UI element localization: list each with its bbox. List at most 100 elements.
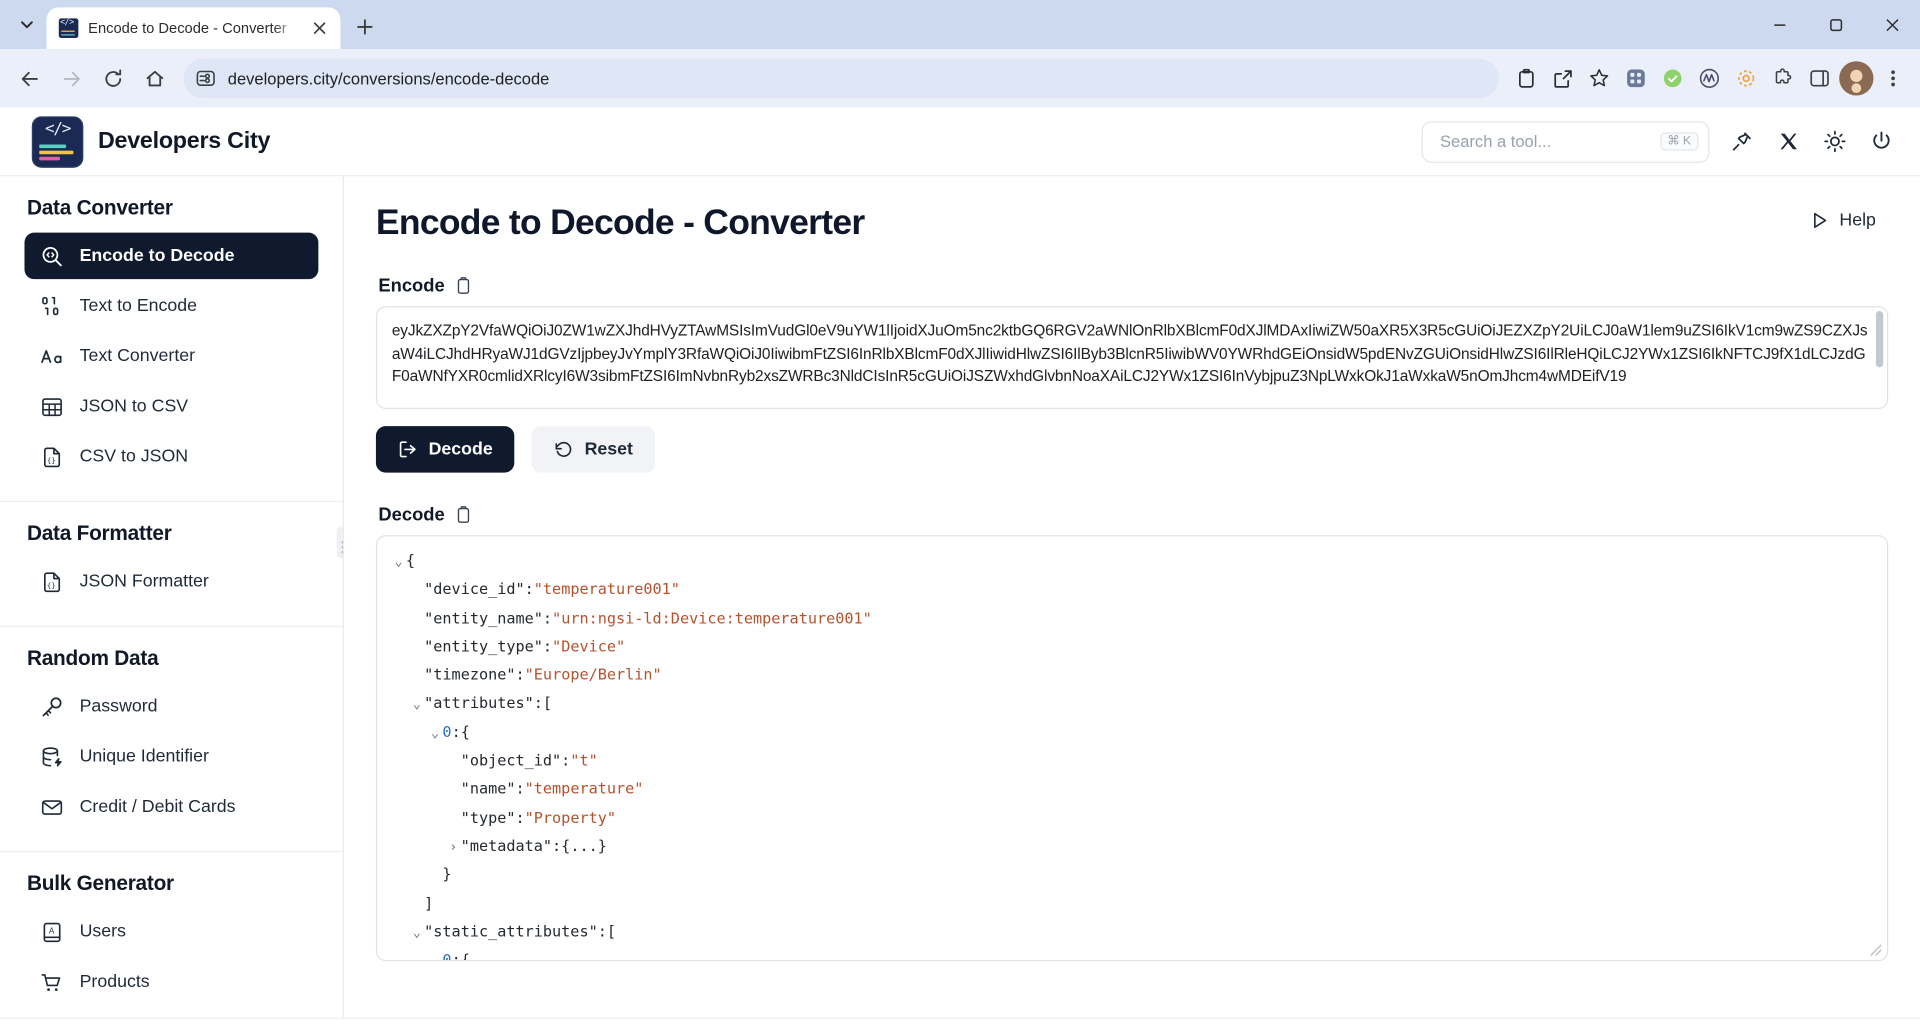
- json-punctuation: [: [543, 694, 552, 712]
- clipboard-copy-icon[interactable]: [455, 276, 473, 296]
- search-input[interactable]: Search a tool... ⌘ K: [1422, 121, 1710, 163]
- json-key: "entity_type": [424, 637, 543, 655]
- back-button[interactable]: [10, 59, 49, 98]
- json-line: }: [382, 860, 1872, 889]
- window-minimize-button[interactable]: [1751, 0, 1807, 49]
- chevron-right-icon[interactable]: ›: [446, 833, 461, 862]
- sidebar-item-csv-to-json[interactable]: {} CSV to JSON: [24, 433, 318, 480]
- theme-sun-icon[interactable]: [1820, 127, 1849, 156]
- reset-button[interactable]: Reset: [532, 426, 655, 473]
- sidebar-item-label: Text to Encode: [80, 296, 197, 316]
- decode-json-viewer[interactable]: ⌄{ "device_id":"temperature001" "entity_…: [376, 535, 1888, 961]
- pin-icon[interactable]: [1727, 127, 1756, 156]
- browser-tab[interactable]: Encode to Decode - Converter: [47, 7, 341, 49]
- json-key: "object_id": [461, 751, 561, 769]
- browser-toolbar: developers.city/conversions/encode-decod…: [0, 49, 1920, 108]
- json-punctuation: :: [561, 751, 570, 769]
- sidebar-item-text-to-encode[interactable]: Text to Encode: [24, 283, 318, 330]
- json-string-value: "temperature001": [534, 580, 680, 598]
- address-bar-url: developers.city/conversions/encode-decod…: [228, 69, 550, 87]
- json-punctuation: :: [552, 836, 561, 854]
- json-string-value: "temperature": [525, 779, 644, 797]
- brand[interactable]: </> Developers City: [32, 116, 270, 167]
- forward-button[interactable]: [51, 59, 90, 98]
- json-punctuation: [: [607, 922, 616, 940]
- tab-close-button[interactable]: [309, 17, 331, 39]
- chevron-down-icon[interactable]: ⌄: [428, 719, 443, 748]
- wave-extension-icon[interactable]: [1692, 61, 1726, 95]
- help-label: Help: [1839, 211, 1876, 231]
- json-line: "entity_type":"Device": [382, 632, 1872, 661]
- sidebar-group-title: Bulk Generator: [27, 872, 318, 896]
- app-header: </> Developers City Search a tool... ⌘ K: [0, 108, 1920, 177]
- new-tab-button[interactable]: [348, 10, 382, 44]
- chevron-down-icon[interactable]: ⌄: [428, 947, 443, 962]
- json-punctuation: :: [543, 637, 552, 655]
- app-header-actions: Search a tool... ⌘ K: [1422, 121, 1896, 163]
- settings-gear-icon[interactable]: [1729, 61, 1763, 95]
- web-app: </> Developers City Search a tool... ⌘ K: [0, 108, 1920, 1030]
- reload-icon: [102, 68, 123, 89]
- tab-search-dropdown-button[interactable]: [10, 7, 44, 41]
- window-close-button[interactable]: [1864, 0, 1920, 49]
- decode-button[interactable]: Decode: [376, 426, 515, 473]
- share-icon[interactable]: [1545, 61, 1579, 95]
- json-line: ]: [382, 888, 1872, 917]
- json-line: "name":"temperature": [382, 774, 1872, 803]
- json-punctuation: {...}: [561, 836, 607, 854]
- home-button[interactable]: [135, 59, 174, 98]
- profile-avatar[interactable]: [1839, 61, 1873, 95]
- sidebar-group-data-converter: Data Converter Encode to Decode Text to …: [0, 176, 343, 502]
- chevron-down-icon: [20, 17, 35, 32]
- kebab-menu-icon[interactable]: [1876, 61, 1910, 95]
- encode-textarea[interactable]: eyJkZXZpY2VfaWQiOiJ0ZW1wZXJhdHVyZTAwMSIs…: [376, 306, 1888, 409]
- x-twitter-icon[interactable]: [1773, 127, 1802, 156]
- json-line: ›"metadata":{...}: [382, 831, 1872, 860]
- grid-extension-icon[interactable]: [1619, 61, 1653, 95]
- window-maximize-button[interactable]: [1807, 0, 1863, 49]
- chevron-down-icon[interactable]: ⌄: [409, 690, 424, 719]
- clipboard-copy-icon[interactable]: [455, 505, 473, 525]
- sidebar-item-password[interactable]: Password: [24, 683, 318, 730]
- side-panel-icon[interactable]: [1802, 61, 1836, 95]
- chevron-down-icon[interactable]: ⌄: [391, 547, 406, 576]
- sidebar-item-text-converter[interactable]: Text Converter: [24, 333, 318, 380]
- tab-favicon-icon: [59, 18, 79, 38]
- json-key: "device_id": [424, 580, 524, 598]
- decode-field-label: Decode: [378, 504, 1888, 525]
- reload-button[interactable]: [93, 59, 132, 98]
- json-spacer: [409, 633, 424, 662]
- shield-extension-icon[interactable]: [1656, 61, 1690, 95]
- puzzle-icon[interactable]: [1766, 61, 1800, 95]
- json-line: ⌄{: [382, 546, 1872, 575]
- sidebar-item-unique-identifier[interactable]: Unique Identifier: [24, 733, 318, 780]
- json-punctuation: {: [406, 551, 415, 569]
- chevron-down-icon[interactable]: ⌄: [409, 918, 424, 947]
- json-spacer: [446, 804, 461, 833]
- binary-icon: [39, 294, 63, 318]
- letter-case-icon: [39, 344, 63, 368]
- json-line: ⌄"attributes":[: [382, 689, 1872, 718]
- address-bar[interactable]: developers.city/conversions/encode-decod…: [184, 59, 1499, 98]
- sidebar-item-label: Text Converter: [80, 347, 195, 367]
- resize-grip-icon[interactable]: [1870, 944, 1882, 956]
- power-icon[interactable]: [1866, 127, 1895, 156]
- undo-icon: [554, 440, 574, 460]
- clipboard-icon[interactable]: [1509, 61, 1543, 95]
- json-string-value: "t": [570, 751, 597, 769]
- back-arrow-icon: [19, 68, 40, 89]
- encode-scrollbar[interactable]: [1876, 311, 1883, 404]
- window-controls: [1751, 0, 1920, 49]
- sidebar-item-encode-to-decode[interactable]: Encode to Decode: [24, 233, 318, 280]
- sidebar-item-json-formatter[interactable]: {} JSON Formatter: [24, 558, 318, 605]
- action-buttons: Decode Reset: [376, 426, 1888, 473]
- json-line: "device_id":"temperature001": [382, 575, 1872, 604]
- help-button[interactable]: Help: [1798, 203, 1888, 237]
- sidebar-item-credit-debit-cards[interactable]: Credit / Debit Cards: [24, 784, 318, 831]
- sidebar-item-users[interactable]: A Users: [24, 909, 318, 956]
- table-icon: [39, 394, 63, 418]
- sidebar-item-json-to-csv[interactable]: JSON to CSV: [24, 383, 318, 430]
- bookmark-star-icon[interactable]: [1582, 61, 1616, 95]
- sidebar-item-products[interactable]: Products: [24, 959, 318, 1006]
- sidebar-resize-handle[interactable]: [337, 527, 344, 559]
